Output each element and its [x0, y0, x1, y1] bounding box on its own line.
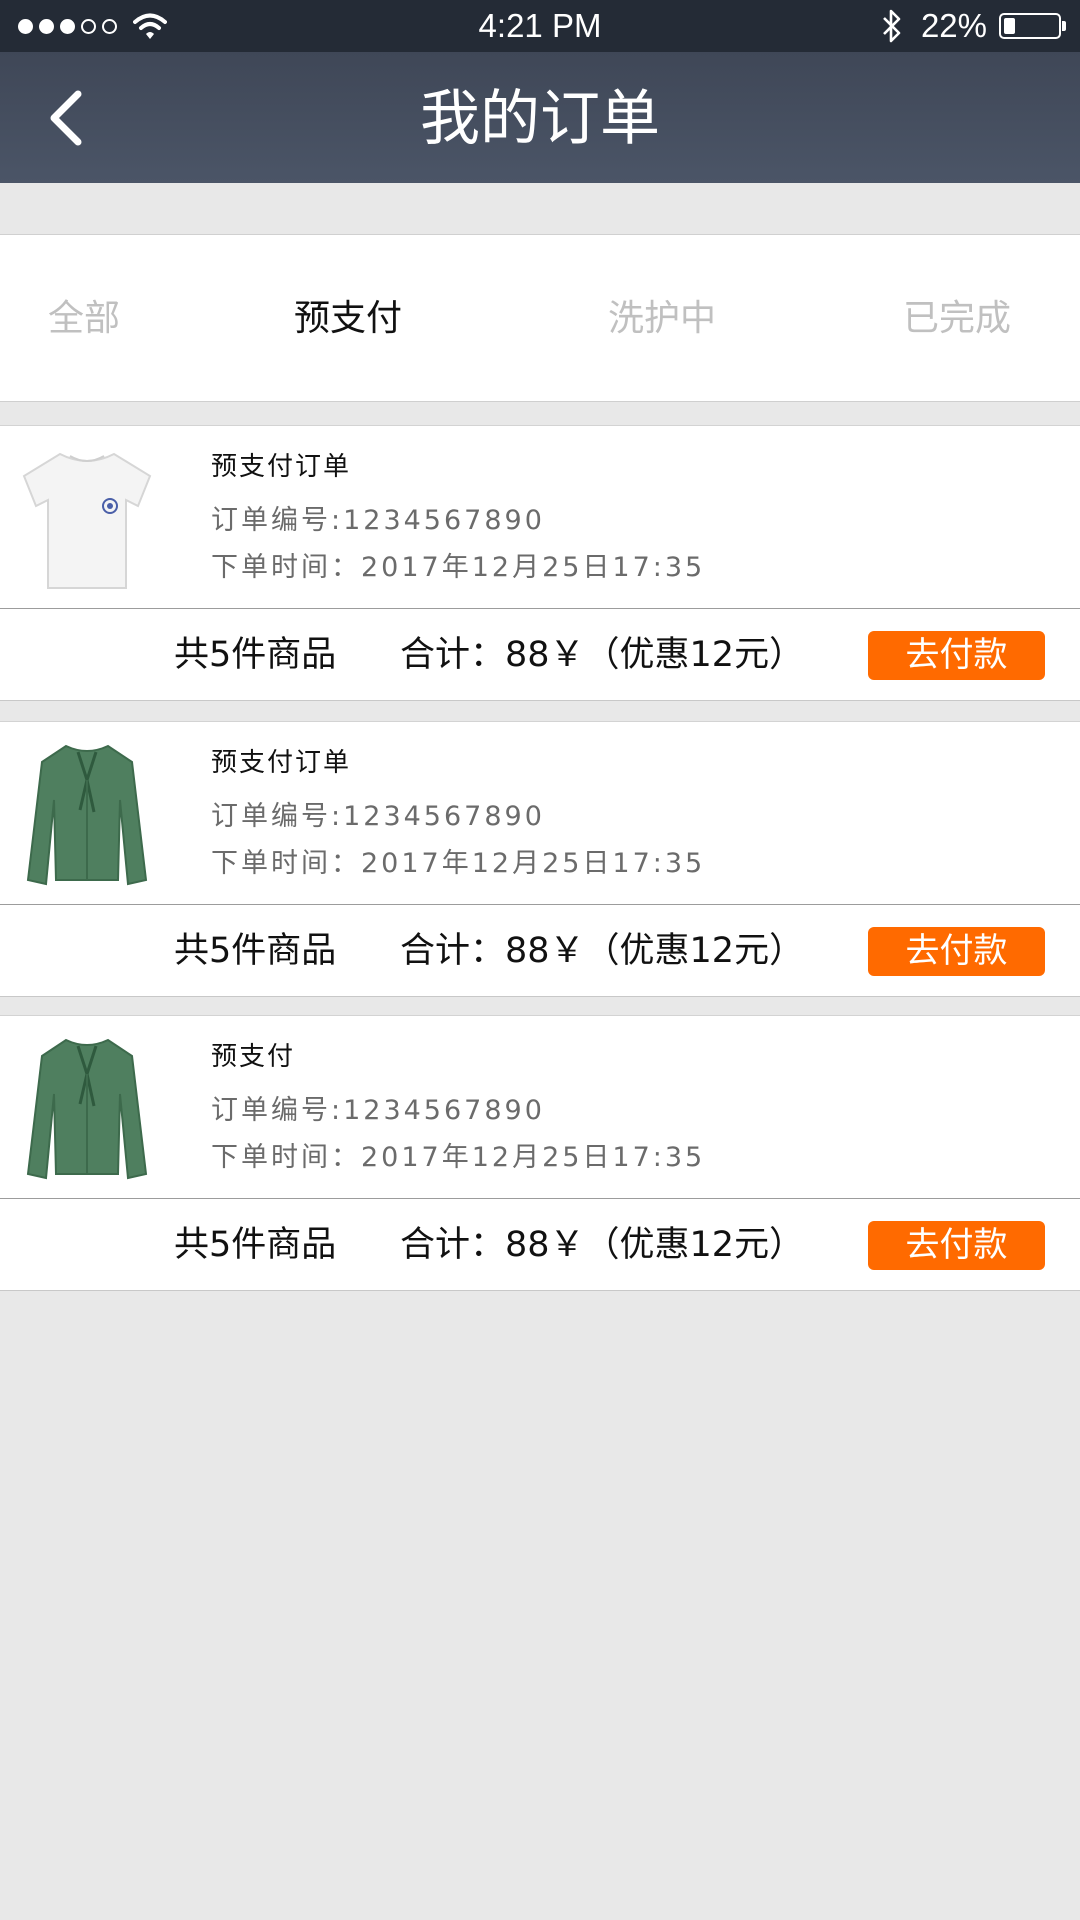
- battery-nub: [1062, 21, 1066, 31]
- item-count: 共5件商品: [174, 931, 337, 971]
- order-summary: 共5件商品 合计：88￥（优惠12元） 去付款: [0, 609, 1080, 701]
- order-title: 预支付订单: [211, 748, 352, 778]
- green-blouse-image: [26, 744, 148, 886]
- order-number: 订单编号:1234567890: [211, 1095, 545, 1126]
- order-status-tabs: 全部 预支付 洗护中 已完成: [0, 234, 1080, 402]
- order-summary: 共5件商品 合计：88￥（优惠12元） 去付款: [0, 905, 1080, 997]
- pay-button[interactable]: 去付款: [868, 1221, 1045, 1270]
- order-title: 预支付订单: [211, 452, 352, 482]
- order-info: 预支付 订单编号:1234567890 下单时间：2017年12月25日17:3…: [0, 1016, 1080, 1199]
- order-number: 订单编号:1234567890: [211, 505, 545, 536]
- order-total: 合计：88￥（优惠12元）: [400, 1225, 805, 1265]
- tab-washing[interactable]: 洗护中: [552, 235, 772, 403]
- order-card[interactable]: 预支付订单 订单编号:1234567890 下单时间：2017年12月25日17…: [0, 721, 1080, 997]
- status-bar: 4:21 PM 22%: [0, 0, 1080, 52]
- white-tshirt-image: [22, 452, 152, 589]
- order-time: 下单时间：2017年12月25日17:35: [211, 552, 706, 583]
- order-card[interactable]: 预支付订单 订单编号:1234567890 下单时间：2017年12月25日17…: [0, 425, 1080, 701]
- pay-button[interactable]: 去付款: [868, 927, 1045, 976]
- tab-completed[interactable]: 已完成: [847, 235, 1067, 403]
- battery-icon: [999, 13, 1061, 39]
- item-count: 共5件商品: [174, 1225, 337, 1265]
- green-blouse-image: [26, 1038, 148, 1180]
- battery-percent: 22%: [920, 7, 987, 44]
- battery-fill: [1004, 18, 1015, 34]
- nav-bar: 我的订单: [0, 52, 1080, 183]
- order-total: 合计：88￥（优惠12元）: [400, 931, 805, 971]
- order-info: 预支付订单 订单编号:1234567890 下单时间：2017年12月25日17…: [0, 426, 1080, 609]
- order-time: 下单时间：2017年12月25日17:35: [211, 1142, 706, 1173]
- page-title: 我的订单: [420, 84, 660, 154]
- bluetooth-icon: [883, 9, 901, 43]
- tab-prepay[interactable]: 预支付: [238, 235, 458, 403]
- order-time: 下单时间：2017年12月25日17:35: [211, 848, 706, 879]
- order-title: 预支付: [211, 1042, 296, 1072]
- order-info: 预支付订单 订单编号:1234567890 下单时间：2017年12月25日17…: [0, 722, 1080, 905]
- item-count: 共5件商品: [174, 635, 337, 675]
- order-total: 合计：88￥（优惠12元）: [400, 635, 805, 675]
- status-right: 22%: [881, 6, 1066, 46]
- order-number: 订单编号:1234567890: [211, 801, 545, 832]
- order-card[interactable]: 预支付 订单编号:1234567890 下单时间：2017年12月25日17:3…: [0, 1015, 1080, 1291]
- tab-all[interactable]: 全部: [0, 235, 194, 403]
- order-summary: 共5件商品 合计：88￥（优惠12元） 去付款: [0, 1199, 1080, 1291]
- pay-button[interactable]: 去付款: [868, 631, 1045, 680]
